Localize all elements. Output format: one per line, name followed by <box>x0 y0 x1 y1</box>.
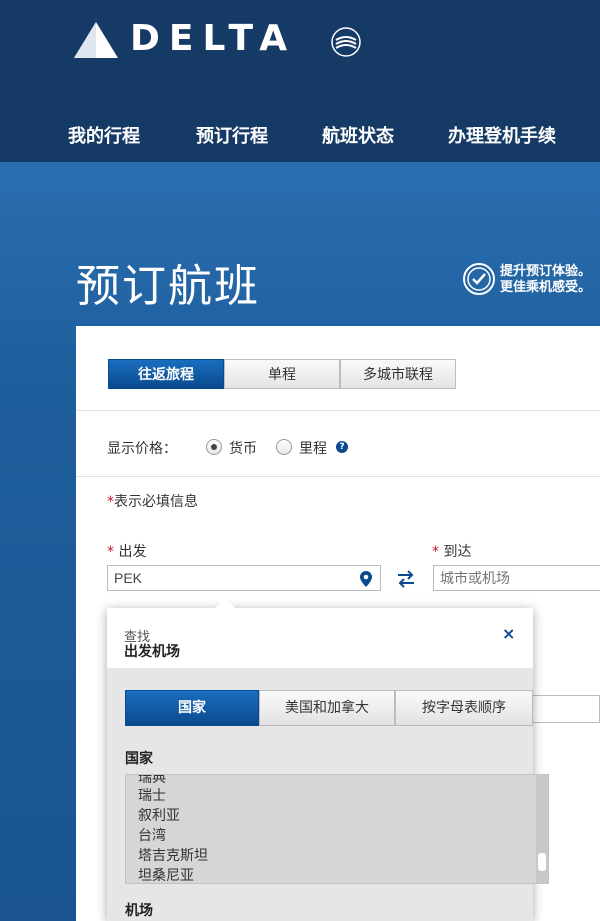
list-item[interactable]: 塔吉克斯坦 <box>138 845 208 865</box>
tab-one-way[interactable]: 单程 <box>224 359 340 389</box>
location-pin-icon[interactable] <box>360 571 372 587</box>
nav-check-in[interactable]: 办理登机手续 <box>448 122 556 148</box>
country-listbox[interactable]: 瑞典 瑞士 叙利亚 台湾 塔吉克斯坦 坦桑尼亚 <box>125 774 549 884</box>
nav-flight-status[interactable]: 航班状态 <box>322 122 394 148</box>
delta-widget-icon <box>74 22 118 58</box>
site-header: DELTA 我的行程 预订行程 航班状态 办理登机手续 <box>0 0 600 162</box>
required-note: *表示必填信息 <box>107 491 198 511</box>
required-asterisk: * <box>107 494 114 510</box>
divider <box>76 410 600 411</box>
tab-us-canada[interactable]: 美国和加拿大 <box>259 690 395 726</box>
airport-lookup-popup: 查找 出发机场 × 国家 美国和加拿大 按字母表顺序 国家 瑞典 瑞士 叙利亚 … <box>107 598 549 921</box>
price-label: 显示价格： <box>107 441 177 457</box>
list-item[interactable]: 叙利亚 <box>138 805 180 825</box>
list-item[interactable]: 台湾 <box>138 825 166 845</box>
promo-line-2: 更佳乘机感受。 <box>500 280 592 295</box>
help-icon[interactable]: ? <box>336 441 348 453</box>
radio-miles-label: 里程 <box>299 441 327 457</box>
skyteam-icon <box>331 27 361 57</box>
logo-text: DELTA <box>130 18 297 59</box>
promo-line-1: 提升预订体验。 <box>500 264 592 279</box>
list-item[interactable]: 瑞士 <box>138 785 166 805</box>
list-scrollbar[interactable] <box>536 775 548 883</box>
popup-body: 国家 美国和加拿大 按字母表顺序 国家 瑞典 瑞士 叙利亚 台湾 塔吉克斯坦 坦… <box>107 668 549 921</box>
tab-country[interactable]: 国家 <box>125 690 259 726</box>
swap-icon[interactable] <box>396 570 416 588</box>
radio-miles[interactable] <box>276 439 292 455</box>
checkmark-badge-icon <box>463 263 495 295</box>
origin-label-text: 出发 <box>118 544 147 560</box>
radio-selected-dot <box>211 444 217 450</box>
nav-book-trip[interactable]: 预订行程 <box>196 122 268 148</box>
country-label: 国家 <box>125 751 153 767</box>
skyteam-logo <box>324 20 368 68</box>
radio-currency-label: 货币 <box>229 441 257 457</box>
popup-header: 查找 出发机场 × <box>107 608 533 668</box>
list-item[interactable]: 坦桑尼亚 <box>138 865 194 883</box>
nav-my-trips[interactable]: 我的行程 <box>68 122 140 148</box>
origin-input[interactable]: PEK <box>107 565 381 591</box>
page-title: 预订航班 <box>76 261 260 312</box>
radio-currency[interactable] <box>206 439 222 455</box>
destination-label: * 到达 <box>432 541 471 561</box>
close-icon[interactable]: × <box>502 624 515 643</box>
required-asterisk: * <box>107 544 114 560</box>
destination-input[interactable] <box>433 565 600 591</box>
divider <box>76 476 600 477</box>
required-asterisk: * <box>432 544 439 560</box>
tab-alphabetical[interactable]: 按字母表顺序 <box>395 690 533 726</box>
tab-multi-city[interactable]: 多城市联程 <box>340 359 456 389</box>
airport-label: 机场 <box>125 903 153 919</box>
tab-round-trip[interactable]: 往返旅程 <box>108 359 224 389</box>
origin-label: * 出发 <box>107 541 146 561</box>
destination-label-text: 到达 <box>443 544 472 560</box>
required-note-text: 表示必填信息 <box>114 494 198 510</box>
origin-value: PEK <box>114 570 143 586</box>
main-nav: 我的行程 预订行程 航班状态 办理登机手续 <box>0 122 600 148</box>
date-input[interactable] <box>533 695 600 723</box>
scrollbar-thumb[interactable] <box>538 853 546 871</box>
popup-title: 出发机场 <box>124 644 180 660</box>
